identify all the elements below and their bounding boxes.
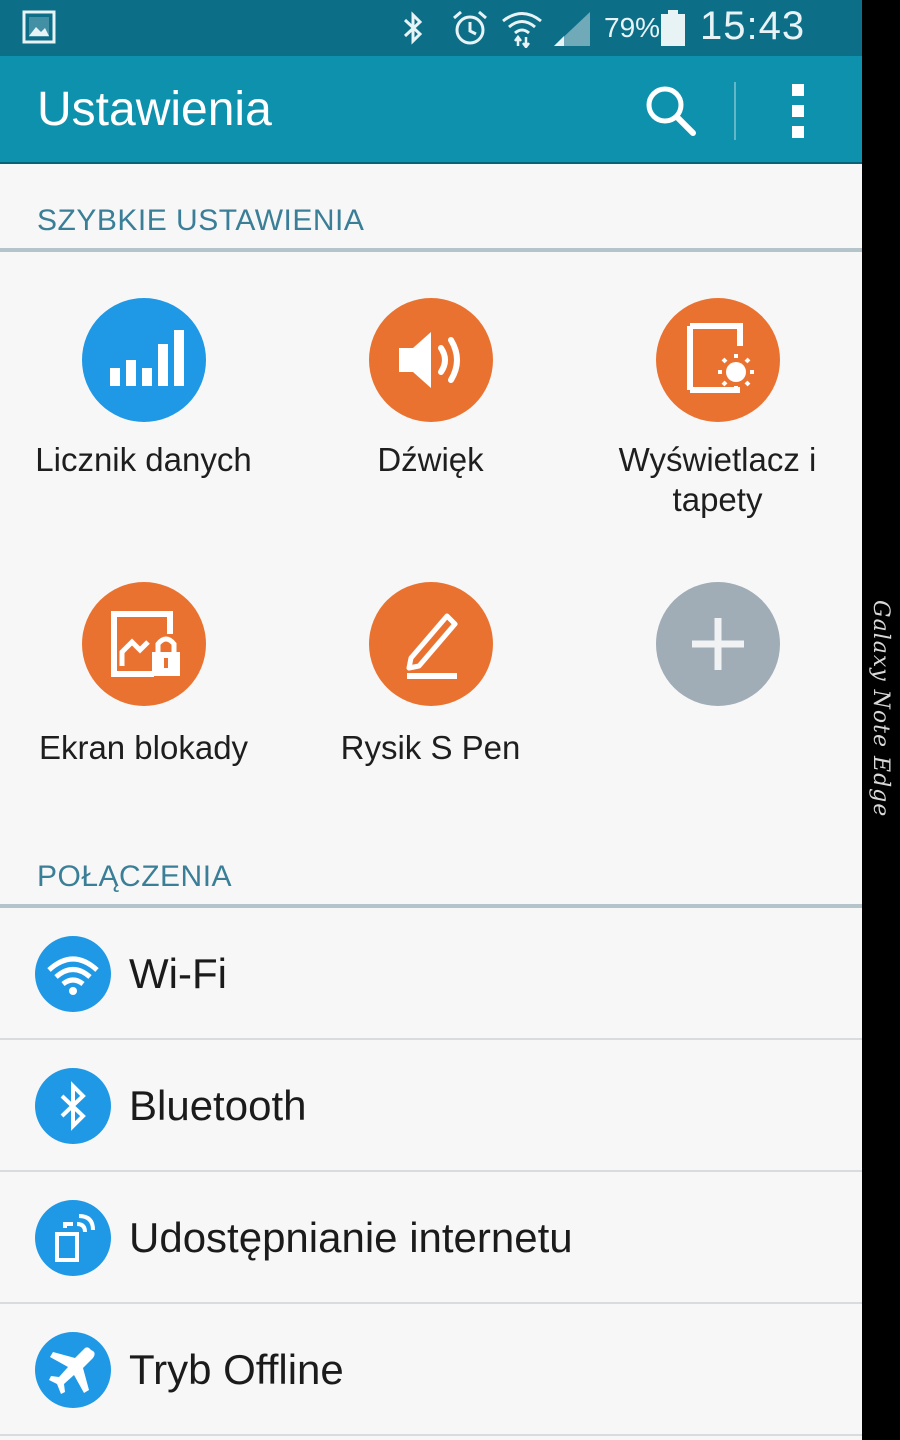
sound-icon — [369, 298, 493, 422]
airplane-icon — [35, 1332, 111, 1408]
list-item-label: Wi-Fi — [129, 950, 227, 997]
tile-label: Ekran blokady — [38, 729, 249, 766]
connections-title: POŁĄCZENIA — [37, 860, 233, 893]
list-item-airplane-mode[interactable]: Tryb Offline — [0, 1304, 862, 1436]
gallery-icon — [22, 10, 56, 44]
battery-icon — [661, 10, 685, 46]
list-item-bluetooth[interactable]: Bluetooth — [0, 1040, 862, 1172]
settings-screen: 79% 15:43 Ustawienia SZYBKIE USTAWIENIA — [0, 0, 862, 1440]
device-edge-label: Galaxy Note Edge — [868, 600, 893, 818]
page-title: Ustawienia — [37, 83, 272, 136]
search-icon[interactable] — [640, 80, 700, 140]
add-icon — [656, 582, 780, 706]
signal-icon — [554, 12, 590, 46]
list-item-label: Udostępnianie internetu — [129, 1214, 573, 1261]
display-wallpaper-icon — [656, 298, 780, 422]
bluetooth-icon — [35, 1068, 111, 1144]
status-time: 15:43 — [700, 4, 806, 48]
bluetooth-icon — [403, 11, 423, 45]
list-item-label: Tryb Offline — [129, 1346, 344, 1393]
tile-label: Dźwięk — [377, 441, 484, 478]
quick-settings-title: SZYBKIE USTAWIENIA — [37, 204, 365, 237]
list-item-wifi[interactable]: Wi-Fi — [0, 908, 862, 1040]
s-pen-icon — [369, 582, 493, 706]
action-bar-divider — [734, 82, 736, 140]
list-item-label: Bluetooth — [129, 1082, 307, 1129]
wifi-icon — [35, 936, 111, 1012]
lock-screen-icon — [82, 582, 206, 706]
list-item-tethering[interactable]: Udostępnianie internetu — [0, 1172, 862, 1304]
tile-label: Rysik S Pen — [340, 729, 521, 766]
status-bar: 79% 15:43 — [0, 0, 862, 56]
tile-label-line: Wyświetlacz i — [618, 441, 817, 478]
tile-label-line: tapety — [672, 481, 763, 518]
quick-settings-header: SZYBKIE USTAWIENIA — [0, 162, 862, 252]
battery-percent: 79% — [604, 12, 661, 43]
action-bar: Ustawienia — [0, 56, 862, 164]
more-options-icon[interactable] — [780, 78, 816, 142]
data-usage-icon — [82, 298, 206, 422]
tethering-icon — [35, 1200, 111, 1276]
wifi-icon — [502, 12, 542, 48]
connections-header: POŁĄCZENIA — [0, 818, 862, 908]
tile-label: Wyświetlacz i tapety — [574, 440, 861, 520]
tile-label: Licznik danych — [35, 441, 252, 478]
alarm-icon — [453, 10, 487, 45]
